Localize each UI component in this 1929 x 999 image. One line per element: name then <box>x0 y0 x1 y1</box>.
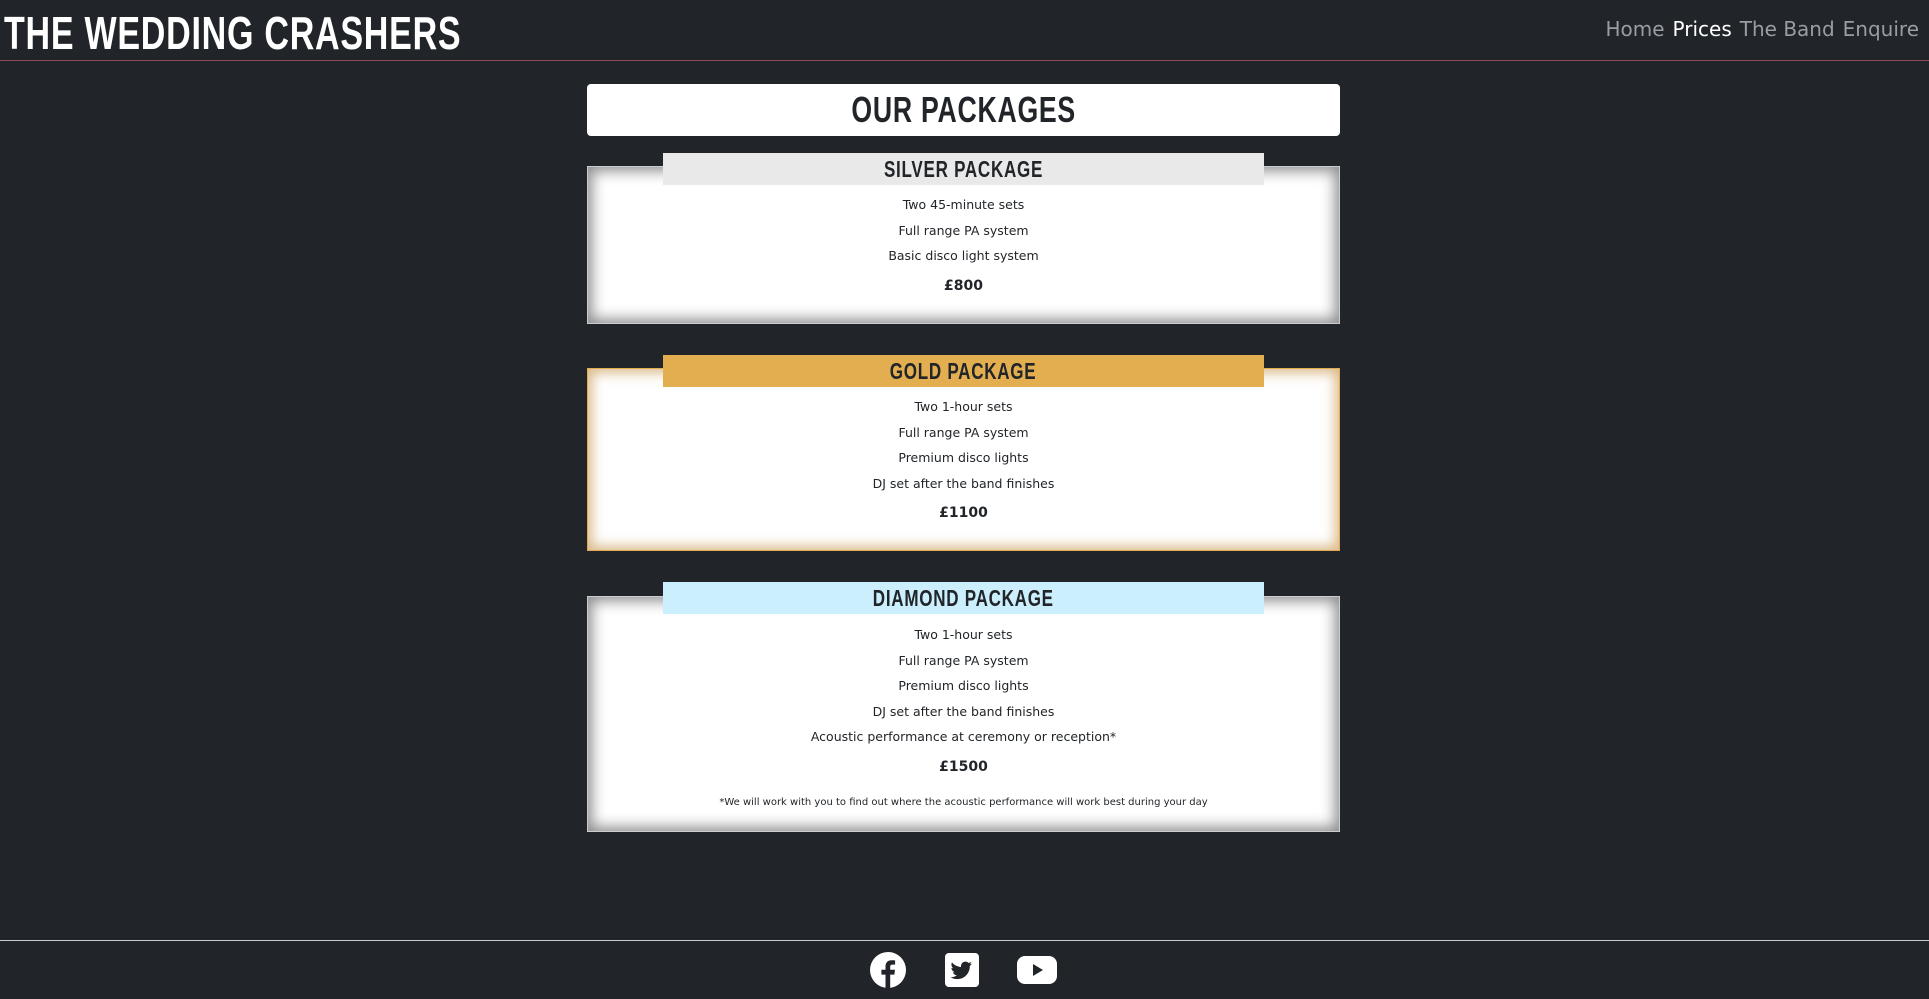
feature-item: Full range PA system <box>898 222 1029 238</box>
nav-the-band-link[interactable]: The Band <box>1740 15 1835 43</box>
footer <box>0 940 1929 999</box>
diamond-footnote: *We will work with you to find out where… <box>719 796 1208 808</box>
feature-item: Premium disco lights <box>898 678 1029 694</box>
diamond-feature-list: Two 1-hour sets Full range PA system Pre… <box>588 622 1339 750</box>
diamond-price: £1500 <box>939 758 988 775</box>
feature-item: Full range PA system <box>898 652 1029 668</box>
diamond-package-title: DIAMOND PACKAGE <box>872 584 1054 611</box>
gold-package-card: Two 1-hour sets Full range PA system Pre… <box>587 368 1340 551</box>
feature-item: Two 45-minute sets <box>902 197 1025 212</box>
silver-price: £800 <box>944 277 983 294</box>
silver-feature-list: Two 45-minute sets Full range PA system … <box>588 192 1339 269</box>
facebook-icon[interactable] <box>868 952 908 988</box>
diamond-package-card: Two 1-hour sets Full range PA system Pre… <box>587 596 1340 832</box>
feature-item: Basic disco light system <box>888 248 1039 264</box>
page-title: OUR PACKAGES <box>851 89 1076 130</box>
nav-home-link[interactable]: Home <box>1605 15 1664 43</box>
gold-package-title: GOLD PACKAGE <box>890 357 1037 384</box>
gold-price: £1100 <box>939 505 988 522</box>
feature-item: Acoustic performance at ceremony or rece… <box>810 729 1117 745</box>
feature-item: Two 1-hour sets <box>914 627 1013 642</box>
brand-logo[interactable]: THE WEDDING CRASHERS <box>4 5 461 61</box>
feature-item: DJ set after the band finishes <box>872 703 1055 719</box>
silver-package-title: SILVER PACKAGE <box>883 155 1044 182</box>
feature-item: Premium disco lights <box>898 450 1029 466</box>
feature-item: DJ set after the band finishes <box>872 475 1055 491</box>
gold-feature-list: Two 1-hour sets Full range PA system Pre… <box>588 394 1339 496</box>
silver-package-header: SILVER PACKAGE <box>663 153 1264 185</box>
silver-package-card: Two 45-minute sets Full range PA system … <box>587 166 1340 324</box>
feature-item: Two 1-hour sets <box>914 399 1013 414</box>
feature-item: Full range PA system <box>898 424 1029 440</box>
nav-prices-link[interactable]: Prices <box>1673 15 1732 43</box>
diamond-package-header: DIAMOND PACKAGE <box>663 582 1264 614</box>
page-title-box: OUR PACKAGES <box>587 84 1340 136</box>
gold-package-header: GOLD PACKAGE <box>663 355 1264 387</box>
top-navbar: THE WEDDING CRASHERS Home Prices The Ban… <box>0 0 1929 61</box>
youtube-icon[interactable] <box>1017 952 1057 988</box>
twitter-icon[interactable] <box>942 952 982 988</box>
nav-enquire-link[interactable]: Enquire <box>1843 15 1919 43</box>
main-nav: Home Prices The Band Enquire <box>1605 15 1919 43</box>
